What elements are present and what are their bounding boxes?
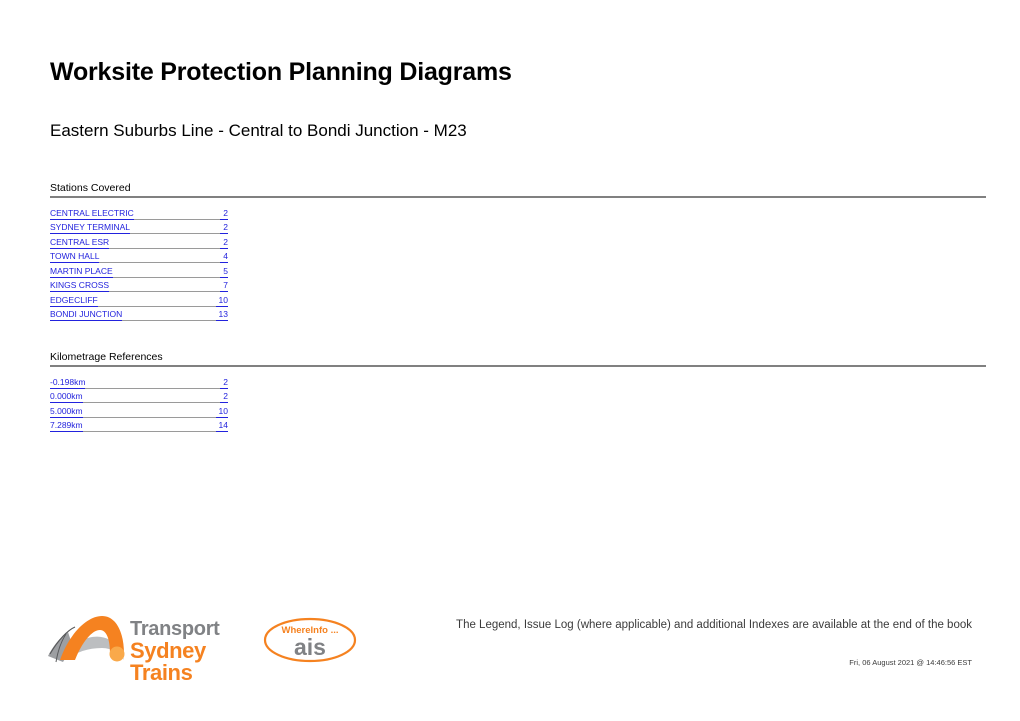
list-item[interactable]: SYDNEY TERMINAL 2 bbox=[50, 220, 228, 234]
page-number: 4 bbox=[220, 251, 228, 263]
kilometrage-references-list: -0.198km 2 0.000km 2 5.000km 10 7.289km … bbox=[50, 374, 228, 432]
kilometrage-value: 5.000km bbox=[50, 405, 83, 418]
station-name: MARTIN PLACE bbox=[50, 265, 113, 278]
page-number: 10 bbox=[215, 295, 228, 307]
list-item[interactable]: CENTRAL ELECTRIC 2 bbox=[50, 205, 228, 220]
kilometrage-references-heading: Kilometrage References bbox=[50, 351, 163, 363]
station-name: KINGS CROSS bbox=[50, 280, 110, 292]
leader-line bbox=[109, 283, 221, 292]
transport-sydney-trains-logo: Transport Sydney Trains bbox=[44, 610, 259, 684]
leader-line bbox=[99, 254, 221, 263]
page-number: 2 bbox=[220, 391, 228, 403]
logo-area: Transport Sydney Trains WhereInfo ... ai… bbox=[44, 610, 364, 684]
leader-line bbox=[133, 211, 221, 220]
station-name: BONDI JUNCTION bbox=[50, 309, 123, 321]
leader-line bbox=[82, 409, 216, 418]
list-item[interactable]: MARTIN PLACE 5 bbox=[50, 263, 228, 278]
leader-line bbox=[82, 394, 221, 403]
list-item[interactable]: 5.000km 10 bbox=[50, 403, 228, 418]
page-number: 2 bbox=[220, 237, 228, 249]
kilometrage-value: -0.198km bbox=[50, 376, 86, 389]
leader-line bbox=[122, 312, 216, 321]
page-number: 14 bbox=[215, 420, 228, 432]
page-number: 7 bbox=[220, 280, 228, 292]
kilometrage-references-section: Kilometrage References -0.198km 2 0.000k… bbox=[50, 351, 986, 432]
document-page: Worksite Protection Planning Diagrams Ea… bbox=[0, 0, 1020, 721]
page-number: 5 bbox=[220, 266, 228, 278]
list-item[interactable]: TOWN HALL 4 bbox=[50, 249, 228, 263]
kilometrage-value: 7.289km bbox=[50, 420, 83, 432]
station-name: EDGECLIFF bbox=[50, 294, 98, 307]
stations-covered-divider bbox=[50, 196, 986, 198]
kilometrage-value: 0.000km bbox=[50, 391, 83, 403]
sydney-trains-word: Sydney Trains bbox=[130, 638, 206, 685]
page-number: 13 bbox=[215, 309, 228, 321]
list-item[interactable]: CENTRAL ESR 2 bbox=[50, 234, 228, 249]
leader-line bbox=[97, 298, 216, 307]
page-number: 2 bbox=[220, 377, 228, 389]
list-item[interactable]: -0.198km 2 bbox=[50, 374, 228, 389]
footer-note: The Legend, Issue Log (where applicable)… bbox=[456, 619, 972, 631]
footer-timestamp: Fri, 06 August 2021 @ 14:46:56 EST bbox=[849, 658, 972, 667]
transport-wordmark: Transport Sydney Trains bbox=[130, 619, 259, 684]
station-name: TOWN HALL bbox=[50, 251, 100, 263]
list-item[interactable]: BONDI JUNCTION 13 bbox=[50, 307, 228, 321]
leader-line bbox=[109, 240, 221, 249]
stations-covered-heading: Stations Covered bbox=[50, 182, 131, 194]
page-subtitle: Eastern Suburbs Line - Central to Bondi … bbox=[50, 121, 467, 140]
list-item[interactable]: KINGS CROSS 7 bbox=[50, 278, 228, 292]
ais-oval-icon: WhereInfo ... ais bbox=[263, 617, 357, 663]
page-title: Worksite Protection Planning Diagrams bbox=[50, 58, 512, 86]
list-item[interactable]: 7.289km 14 bbox=[50, 418, 228, 432]
stations-covered-section: Stations Covered CENTRAL ELECTRIC 2 SYDN… bbox=[50, 182, 986, 321]
page-number: 2 bbox=[220, 208, 228, 220]
page-number: 10 bbox=[215, 406, 228, 418]
whereinfo-ais-logo: WhereInfo ... ais bbox=[262, 616, 358, 664]
station-name: CENTRAL ELECTRIC bbox=[50, 207, 134, 220]
list-item[interactable]: 0.000km 2 bbox=[50, 389, 228, 403]
leader-line bbox=[130, 225, 221, 234]
transport-word: Transport bbox=[130, 618, 220, 640]
list-item[interactable]: EDGECLIFF 10 bbox=[50, 292, 228, 307]
page-number: 2 bbox=[220, 222, 228, 234]
leader-line bbox=[82, 423, 216, 432]
kilometrage-references-divider bbox=[50, 365, 986, 367]
ais-text: ais bbox=[294, 634, 326, 660]
station-name: CENTRAL ESR bbox=[50, 236, 110, 249]
leader-line bbox=[85, 380, 221, 389]
stations-covered-list: CENTRAL ELECTRIC 2 SYDNEY TERMINAL 2 CEN… bbox=[50, 205, 228, 321]
station-name: SYDNEY TERMINAL bbox=[50, 222, 130, 234]
leader-line bbox=[112, 269, 221, 278]
